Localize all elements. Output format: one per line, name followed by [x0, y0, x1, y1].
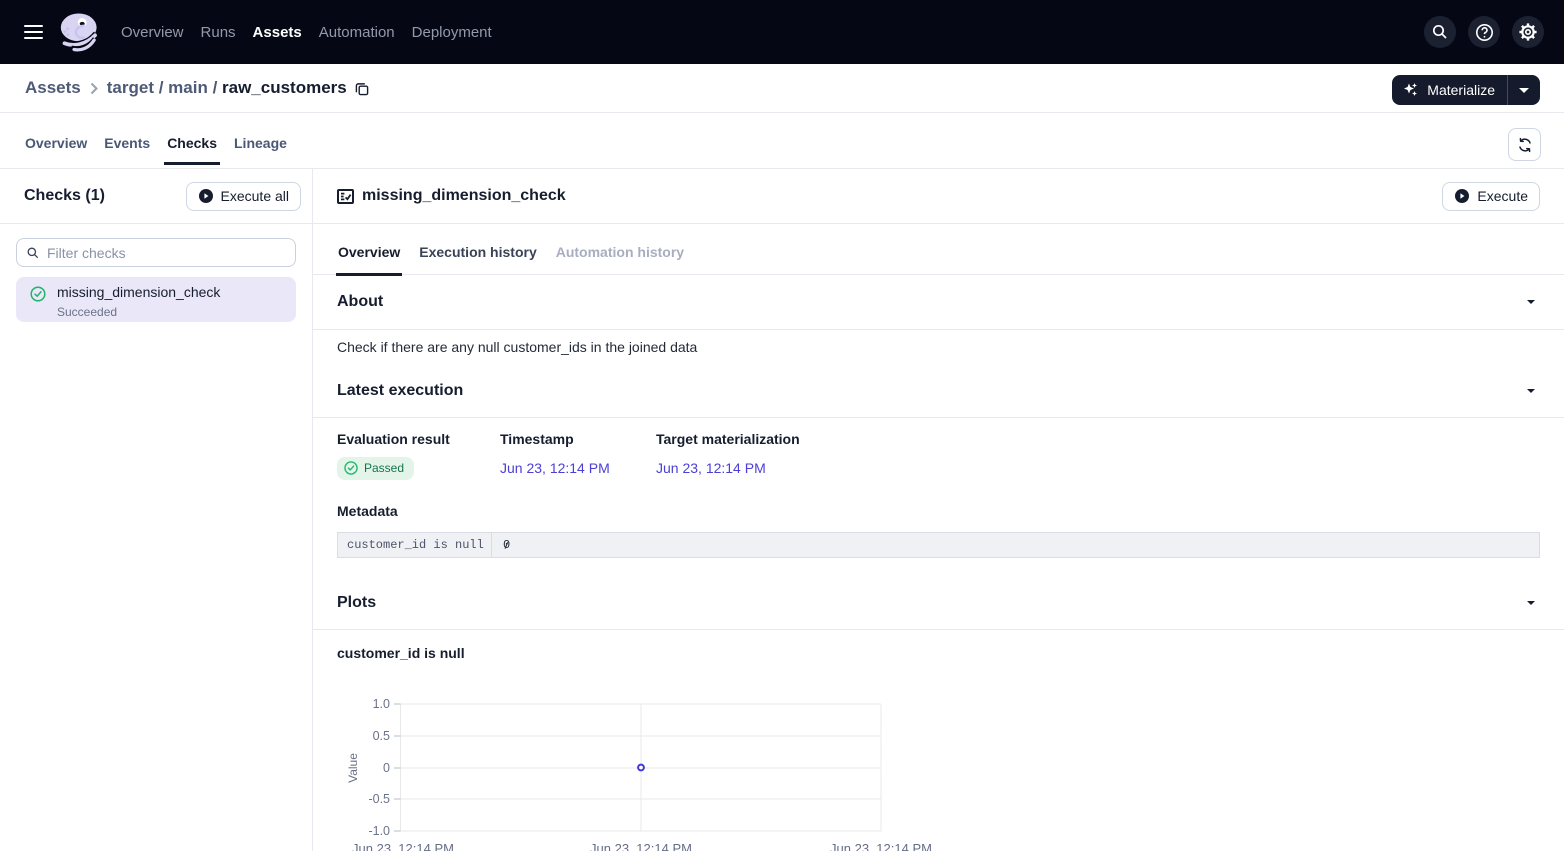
svg-text:Jun 23, 12:14 PM: Jun 23, 12:14 PM: [830, 841, 932, 851]
svg-text:-1.0: -1.0: [368, 824, 390, 838]
svg-text:Jun 23, 12:14 PM: Jun 23, 12:14 PM: [352, 841, 454, 851]
svg-text:Value: Value: [346, 753, 360, 783]
svg-text:Jun 23, 12:14 PM: Jun 23, 12:14 PM: [590, 841, 692, 851]
svg-text:0: 0: [383, 761, 390, 775]
svg-text:0.5: 0.5: [373, 729, 390, 743]
svg-text:1.0: 1.0: [373, 697, 390, 711]
svg-text:-0.5: -0.5: [368, 792, 390, 806]
